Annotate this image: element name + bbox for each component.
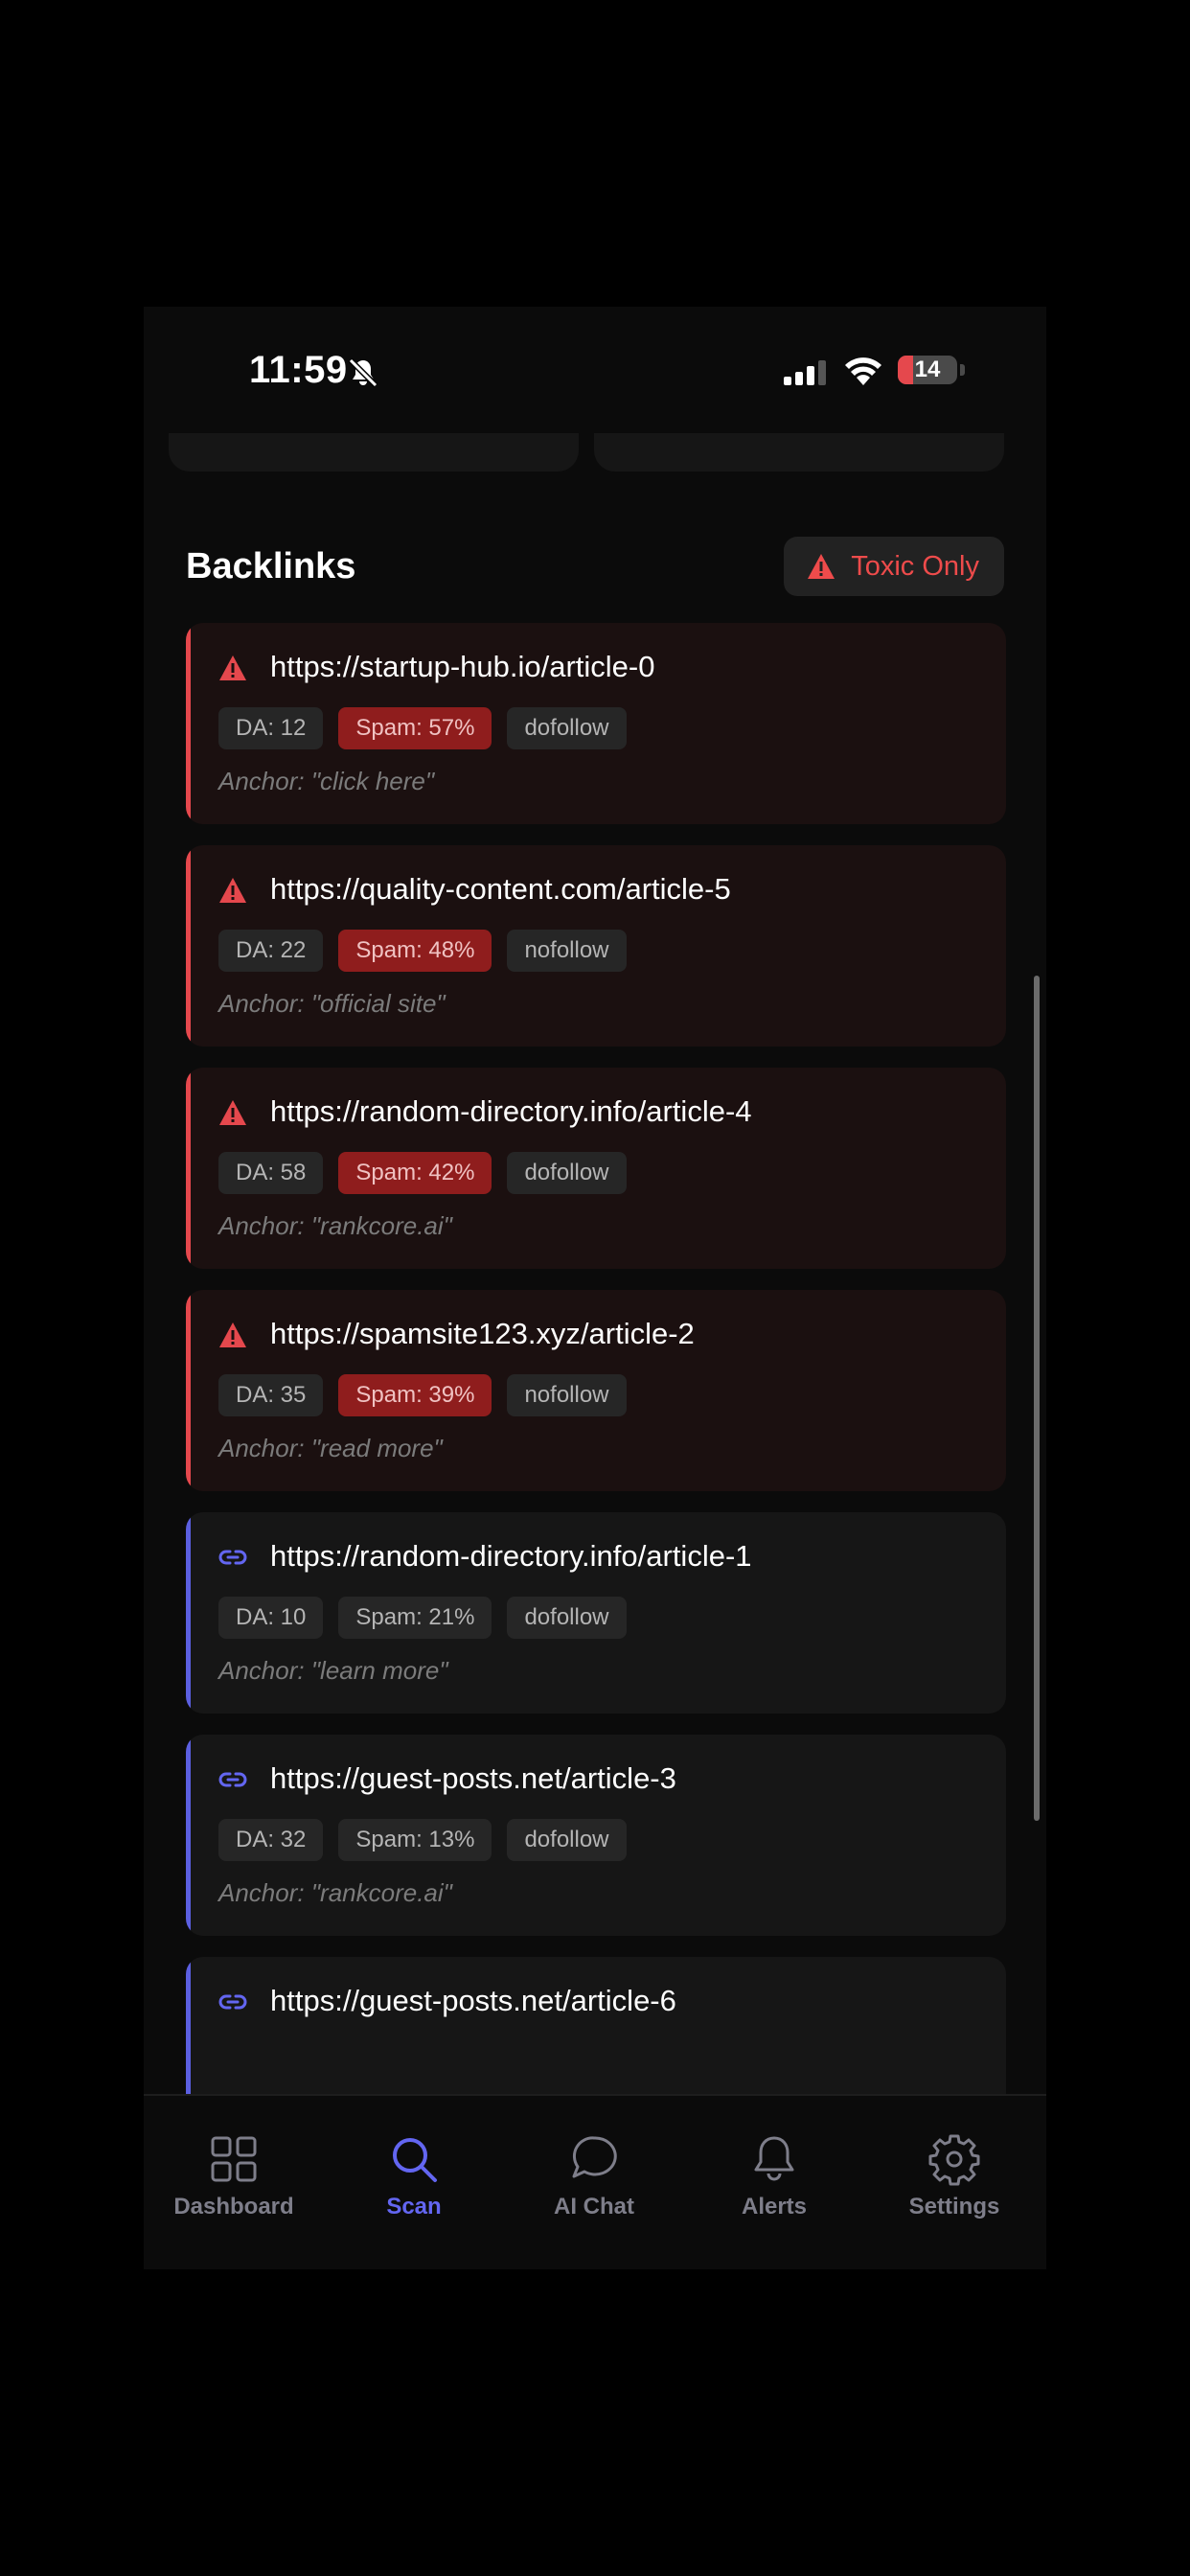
anchor-text: Anchor: "rankcore.ai" [218, 1211, 452, 1240]
battery-indicator: 14 [898, 356, 957, 384]
anchor-text: Anchor: "official site" [218, 989, 446, 1018]
backlink-card[interactable]: https://quality-content.com/article-5 DA… [186, 845, 1006, 1046]
spam-badge: Spam: 39% [338, 1374, 492, 1416]
backlinks-list: https://startup-hub.io/article-0 DA: 12 … [186, 623, 1006, 2139]
link-icon [218, 1772, 247, 1787]
gear-icon [928, 2134, 980, 2186]
toxic-only-label: Toxic Only [851, 550, 979, 582]
bell-icon [754, 2136, 794, 2181]
app-screen: 11:59 14 Backlinks Toxic Only https://st… [144, 307, 1046, 2269]
tab-label: AI Chat [554, 2194, 634, 2220]
spam-badge: Spam: 48% [338, 930, 492, 972]
card-accent-bar [186, 623, 191, 824]
da-badge: DA: 58 [218, 1152, 324, 1194]
backlinks-header: Backlinks Toxic Only [186, 537, 1004, 598]
follow-badge: nofollow [507, 1374, 627, 1416]
card-accent-bar [186, 1735, 191, 1936]
backlink-url[interactable]: https://guest-posts.net/article-3 [270, 1761, 676, 1796]
follow-badge: dofollow [507, 1819, 627, 1861]
grid-icon [211, 2136, 257, 2182]
anchor-text: Anchor: "click here" [218, 767, 435, 795]
backlink-url[interactable]: https://guest-posts.net/article-6 [270, 1984, 676, 2018]
card-accent-bar [186, 845, 191, 1046]
tab-scan[interactable]: Scan [324, 2132, 504, 2220]
backlink-url[interactable]: https://startup-hub.io/article-0 [270, 650, 654, 684]
warning-icon [219, 656, 246, 680]
backlink-url[interactable]: https://quality-content.com/article-5 [270, 872, 731, 907]
tab-label: Dashboard [173, 2194, 294, 2220]
backlink-url[interactable]: https://spamsite123.xyz/article-2 [270, 1317, 695, 1351]
anchor-text: Anchor: "read more" [218, 1434, 443, 1462]
wifi-icon [845, 357, 881, 385]
battery-nub [960, 364, 965, 376]
backlink-card[interactable]: https://spamsite123.xyz/article-2 DA: 35… [186, 1290, 1006, 1491]
follow-badge: dofollow [507, 1152, 627, 1194]
spam-badge: Spam: 13% [338, 1819, 492, 1861]
backlink-card[interactable]: https://random-directory.info/article-4 … [186, 1068, 1006, 1269]
section-title: Backlinks [186, 546, 356, 586]
follow-badge: dofollow [507, 707, 627, 749]
scroll-content[interactable]: Backlinks Toxic Only https://startup-hub [144, 479, 1046, 2139]
battery-level: 14 [914, 356, 941, 382]
warning-icon [219, 1322, 246, 1347]
card-accent-bar [186, 1512, 191, 1714]
tab-dashboard[interactable]: Dashboard [144, 2132, 324, 2220]
status-bar: 11:59 14 [144, 307, 1046, 433]
scrollbar[interactable] [1034, 976, 1040, 1821]
card-accent-bar [186, 1068, 191, 1269]
backlink-tags: DA: 32 Spam: 13% dofollow [218, 1819, 627, 1861]
toxic-only-filter-button[interactable]: Toxic Only [784, 537, 1004, 596]
tab-ai-chat[interactable]: AI Chat [504, 2132, 684, 2220]
card-accent-bar [186, 1290, 191, 1491]
bell-muted-icon [348, 357, 378, 388]
link-icon [218, 1994, 247, 2010]
spam-badge: Spam: 42% [338, 1152, 492, 1194]
cellular-signal-icon [784, 360, 826, 385]
summary-card-right [594, 433, 1004, 472]
warning-icon [219, 878, 246, 903]
tab-settings[interactable]: Settings [864, 2132, 1044, 2220]
backlink-card[interactable]: https://guest-posts.net/article-3 DA: 32… [186, 1735, 1006, 1936]
backlink-card[interactable]: https://startup-hub.io/article-0 DA: 12 … [186, 623, 1006, 824]
backlink-tags: DA: 12 Spam: 57% dofollow [218, 707, 627, 749]
status-time: 11:59 [249, 349, 348, 391]
spam-badge: Spam: 57% [338, 707, 492, 749]
da-badge: DA: 35 [218, 1374, 324, 1416]
follow-badge: nofollow [507, 930, 627, 972]
backlink-tags: DA: 35 Spam: 39% nofollow [218, 1374, 627, 1416]
backlink-tags: DA: 58 Spam: 42% dofollow [218, 1152, 627, 1194]
spam-badge: Spam: 21% [338, 1597, 492, 1639]
backlink-tags: DA: 10 Spam: 21% dofollow [218, 1597, 627, 1639]
tab-label: Alerts [741, 2194, 808, 2220]
tab-label: Scan [386, 2194, 442, 2220]
search-icon [393, 2138, 437, 2182]
backlink-url[interactable]: https://random-directory.info/article-4 [270, 1094, 752, 1129]
warning-icon [219, 1100, 246, 1125]
backlink-url[interactable]: https://random-directory.info/article-1 [270, 1539, 752, 1574]
tab-alerts[interactable]: Alerts [684, 2132, 864, 2220]
da-badge: DA: 12 [218, 707, 324, 749]
bottom-tab-bar: Dashboard Scan AI Chat Alerts Settings [144, 2094, 1046, 2269]
da-badge: DA: 22 [218, 930, 324, 972]
summary-card-left [169, 433, 579, 472]
link-icon [218, 1550, 247, 1565]
warning-icon [808, 554, 835, 579]
anchor-text: Anchor: "rankcore.ai" [218, 1878, 452, 1907]
tab-label: Settings [908, 2194, 1000, 2220]
backlink-tags: DA: 22 Spam: 48% nofollow [218, 930, 627, 972]
anchor-text: Anchor: "learn more" [218, 1656, 448, 1685]
backlink-card[interactable]: https://random-directory.info/article-1 … [186, 1512, 1006, 1714]
chat-icon [572, 2136, 617, 2178]
da-badge: DA: 32 [218, 1819, 324, 1861]
da-badge: DA: 10 [218, 1597, 324, 1639]
follow-badge: dofollow [507, 1597, 627, 1639]
